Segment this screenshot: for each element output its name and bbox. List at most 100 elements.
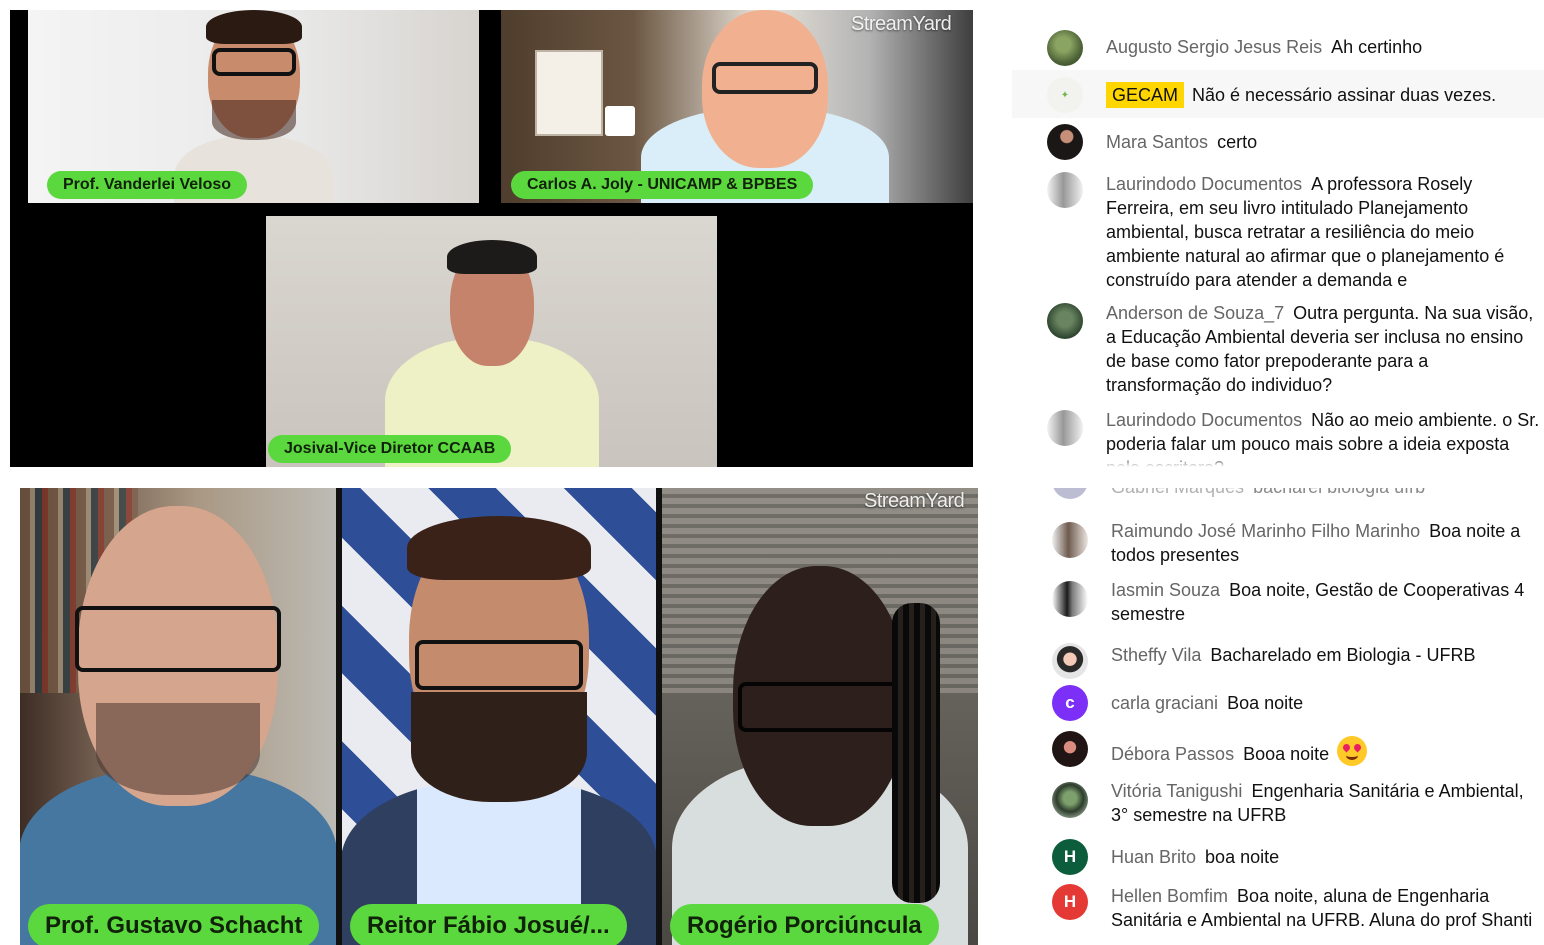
video-feed — [342, 488, 656, 945]
video-tile-carlos: StreamYard Carlos A. Joly - UNICAMP & BP… — [501, 10, 973, 203]
coffee-mug — [605, 106, 635, 136]
participant-beard — [211, 100, 296, 140]
chat-message[interactable]: H Huan Brito boa noite — [1012, 839, 1544, 875]
top-video-grid: Prof. Vanderlei Veloso StreamYard Carlos… — [10, 10, 973, 467]
star-struck-emoji-icon — [1337, 736, 1368, 766]
chat-message[interactable]: Raimundo José Marinho Filho Marinho Boa n… — [1012, 519, 1544, 567]
participant-nameplate: Reitor Fábio Josué/... — [350, 904, 627, 945]
chat-message[interactable]: Laurindodo Documentos A professora Rosely… — [1012, 172, 1544, 292]
video-feed — [266, 216, 717, 467]
locs-hair — [892, 603, 940, 903]
chat-message-text: Stheffy Vila Bacharelado em Biologia - UF… — [1111, 643, 1541, 667]
chat-message-text: Laurindodo Documentos A professora Rosely… — [1106, 172, 1541, 292]
chat-author-highlight: GECAM — [1106, 82, 1185, 108]
gecam-avatar-icon: ✦ — [1047, 77, 1083, 113]
video-tile-rogerio: StreamYard Rogério Porciúncula — [662, 488, 978, 945]
chat-body: boa noite — [1205, 847, 1280, 867]
chat-body: Ah certinho — [1331, 37, 1423, 57]
user-avatar-icon — [1047, 124, 1083, 160]
user-avatar-c: c — [1052, 685, 1088, 721]
chat-scroll-fade-bottom — [1012, 455, 1544, 467]
chat-author: Débora Passos — [1111, 744, 1235, 764]
chat-message[interactable]: Stheffy Vila Bacharelado em Biologia - UF… — [1012, 643, 1544, 679]
chat-message[interactable]: Mara Santos certo — [1012, 124, 1544, 160]
chat-message-text: Anderson de Souza_7 Outra pergunta. Na su… — [1106, 301, 1541, 397]
chat-author: Anderson de Souza_7 — [1106, 303, 1285, 323]
video-tile-gustavo: Prof. Gustavo Schacht — [20, 488, 336, 945]
chat-message-partial[interactable]: Gabriel Marques bacharel biologia ufrb — [1012, 488, 1544, 499]
chat-author: Iasmin Souza — [1111, 580, 1221, 600]
user-avatar-icon — [1047, 303, 1083, 339]
user-avatar-icon — [1052, 731, 1088, 767]
chat-message-text: Iasmin Souza Boa noite, Gestão de Coopera… — [1111, 578, 1541, 626]
glasses-icon — [738, 682, 902, 732]
bottom-video-grid: Prof. Gustavo Schacht Reitor Fábio Josué… — [20, 488, 978, 945]
glasses-icon — [415, 640, 583, 690]
participant-nameplate: Josival-Vice Diretor CCAAB — [268, 435, 512, 463]
chat-scroll-fade-bottom — [1012, 933, 1544, 945]
user-avatar-icon — [1052, 643, 1088, 679]
chat-message-highlighted[interactable]: ✦ GECAM Não é necessário assinar duas vez… — [1012, 70, 1544, 118]
chat-message-text: Raimundo José Marinho Filho Marinho Boa n… — [1111, 519, 1541, 567]
chat-message-text: GECAM Não é necessário assinar duas vezes… — [1106, 82, 1541, 108]
participant-nameplate: Carlos A. Joly - UNICAMP & BPBES — [511, 171, 814, 199]
participant-hair — [205, 10, 302, 44]
participant-nameplate: Prof. Vanderlei Veloso — [47, 171, 248, 199]
chat-message[interactable]: Iasmin Souza Boa noite, Gestão de Coopera… — [1012, 578, 1544, 626]
chat-message[interactable]: c carla graciani Boa noite — [1012, 685, 1544, 721]
user-avatar-icon — [1052, 581, 1088, 617]
user-avatar-h: H — [1052, 839, 1088, 875]
chat-body: certo — [1217, 132, 1258, 152]
chat-message[interactable]: Vitória Tanigushi Engenharia Sanitária e … — [1012, 779, 1544, 827]
chat-message-text: Vitória Tanigushi Engenharia Sanitária e … — [1111, 779, 1541, 827]
user-avatar-icon — [1052, 522, 1088, 558]
participant-beard — [96, 703, 260, 795]
chat-author: Laurindodo Documentos — [1106, 174, 1303, 194]
chat-message-text: Huan Brito boa noite — [1111, 845, 1541, 869]
chat-scroll-fade-top — [1012, 10, 1544, 22]
participant-beard — [411, 692, 587, 802]
chat-body: Boa noite — [1227, 693, 1304, 713]
participant-hair — [446, 240, 537, 274]
chat-author: Vitória Tanigushi — [1111, 781, 1243, 801]
chat-message-text: carla graciani Boa noite — [1111, 691, 1541, 715]
participant-nameplate: Rogério Porciúncula — [670, 904, 939, 945]
video-tile-vanderlei: Prof. Vanderlei Veloso — [28, 10, 479, 203]
chat-author: Mara Santos — [1106, 132, 1209, 152]
chat-message-text: Débora Passos Booa noite — [1111, 736, 1541, 766]
chat-author: Hellen Bomfim — [1111, 886, 1229, 906]
wall-frame — [535, 50, 603, 136]
user-avatar-icon — [1047, 410, 1083, 446]
chat-message-text: Hellen Bomfim Boa noite, aluna de Engenha… — [1111, 884, 1541, 932]
user-avatar-icon — [1047, 30, 1083, 66]
user-avatar-icon — [1052, 488, 1088, 499]
chat-body: bacharel biologia ufrb — [1253, 488, 1425, 497]
streamyard-logo: StreamYard — [851, 13, 952, 35]
chat-message[interactable]: Augusto Sergio Jesus Reis Ah certinho — [1012, 30, 1544, 66]
chat-author: Gabriel Marques — [1111, 488, 1244, 497]
top-live-chat[interactable]: Augusto Sergio Jesus Reis Ah certinho ✦ G… — [1012, 10, 1544, 467]
video-feed — [20, 488, 336, 945]
chat-message-text: Mara Santos certo — [1106, 130, 1541, 154]
glasses-icon — [712, 62, 819, 94]
user-avatar-h: H — [1052, 884, 1088, 920]
glasses-icon — [211, 48, 296, 76]
chat-author: Augusto Sergio Jesus Reis — [1106, 37, 1323, 57]
streamyard-logo: StreamYard — [864, 490, 965, 512]
chat-message[interactable]: Anderson de Souza_7 Outra pergunta. Na su… — [1012, 301, 1544, 397]
chat-body: Não é necessário assinar duas vezes. — [1192, 85, 1497, 105]
chat-author: Raimundo José Marinho Filho Marinho — [1111, 521, 1421, 541]
user-avatar-icon — [1052, 782, 1088, 818]
video-tile-josival: Josival-Vice Diretor CCAAB — [266, 216, 717, 467]
chat-body: Bacharelado em Biologia - UFRB — [1210, 645, 1476, 665]
chat-message[interactable]: Débora Passos Booa noite — [1012, 731, 1544, 767]
chat-message-text: Augusto Sergio Jesus Reis Ah certinho — [1106, 35, 1541, 59]
chat-body: Booa noite — [1243, 744, 1330, 764]
glasses-icon — [75, 606, 281, 672]
participant-nameplate: Prof. Gustavo Schacht — [28, 904, 320, 945]
bottom-live-chat[interactable]: Gabriel Marques bacharel biologia ufrb Ra… — [1012, 488, 1544, 945]
participant-hair — [407, 516, 591, 580]
chat-author: carla graciani — [1111, 693, 1219, 713]
chat-author: Stheffy Vila — [1111, 645, 1202, 665]
chat-author: Huan Brito — [1111, 847, 1197, 867]
